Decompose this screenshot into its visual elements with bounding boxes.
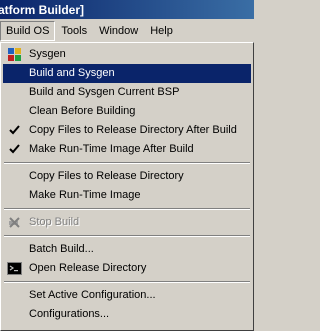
menu-item-label: Open Release Directory bbox=[29, 262, 147, 274]
menu-item-make-runtime-after-build[interactable]: Make Run-Time Image After Build bbox=[3, 140, 251, 159]
check-icon bbox=[9, 144, 20, 154]
menu-item-build-and-sysgen[interactable]: Build and Sysgen bbox=[3, 64, 251, 83]
menu-item-sysgen[interactable]: Sysgen bbox=[3, 45, 251, 64]
menu-item-label: Stop Build bbox=[29, 216, 80, 228]
menu-item-clean-before-building[interactable]: Clean Before Building bbox=[3, 102, 251, 121]
menu-item-label: Clean Before Building bbox=[29, 105, 136, 117]
menu-item-label: Configurations... bbox=[29, 308, 110, 320]
menu-item-copy-files-after-build[interactable]: Copy Files to Release Directory After Bu… bbox=[3, 121, 251, 140]
menu-separator bbox=[3, 159, 251, 167]
menu-item-stop-build: Stop Build bbox=[3, 213, 251, 232]
menu-item-make-runtime-image[interactable]: Make Run-Time Image bbox=[3, 186, 251, 205]
window-titlebar: atform Builder] bbox=[0, 0, 254, 19]
menu-help[interactable]: Help bbox=[144, 21, 179, 41]
menu-item-label: Build and Sysgen bbox=[29, 67, 115, 79]
menu-item-label: Set Active Configuration... bbox=[29, 289, 156, 301]
menu-item-label: Copy Files to Release Directory After Bu… bbox=[29, 124, 237, 136]
menu-item-copy-files-to-release[interactable]: Copy Files to Release Directory bbox=[3, 167, 251, 186]
menu-separator bbox=[3, 278, 251, 286]
menu-item-label: Make Run-Time Image After Build bbox=[29, 143, 194, 155]
sysgen-blocks-icon bbox=[8, 48, 21, 61]
menu-window[interactable]: Window bbox=[93, 21, 144, 41]
menu-item-label: Batch Build... bbox=[29, 243, 94, 255]
menu-separator bbox=[3, 232, 251, 240]
menu-item-label: Make Run-Time Image bbox=[29, 189, 141, 201]
menu-item-build-and-sysgen-bsp[interactable]: Build and Sysgen Current BSP bbox=[3, 83, 251, 102]
console-icon bbox=[7, 262, 22, 275]
check-icon bbox=[9, 125, 20, 135]
menu-build-os[interactable]: Build OS bbox=[0, 21, 56, 41]
menu-item-set-active-configuration[interactable]: Set Active Configuration... bbox=[3, 286, 251, 305]
menu-item-label: Build and Sysgen Current BSP bbox=[29, 86, 180, 98]
menu-item-label: Copy Files to Release Directory bbox=[29, 170, 184, 182]
window-title: atform Builder] bbox=[0, 3, 85, 17]
menu-item-batch-build[interactable]: Batch Build... bbox=[3, 240, 251, 259]
build-os-dropdown: Sysgen Build and Sysgen Build and Sysgen… bbox=[0, 42, 254, 331]
stop-build-icon bbox=[9, 217, 20, 228]
menu-tools[interactable]: Tools bbox=[55, 21, 93, 41]
menu-item-open-release-directory[interactable]: Open Release Directory bbox=[3, 259, 251, 278]
menu-item-label: Sysgen bbox=[29, 48, 66, 60]
menu-separator bbox=[3, 205, 251, 213]
menu-item-configurations[interactable]: Configurations... bbox=[3, 305, 251, 324]
menubar: Build OS Tools Window Help bbox=[0, 20, 254, 42]
